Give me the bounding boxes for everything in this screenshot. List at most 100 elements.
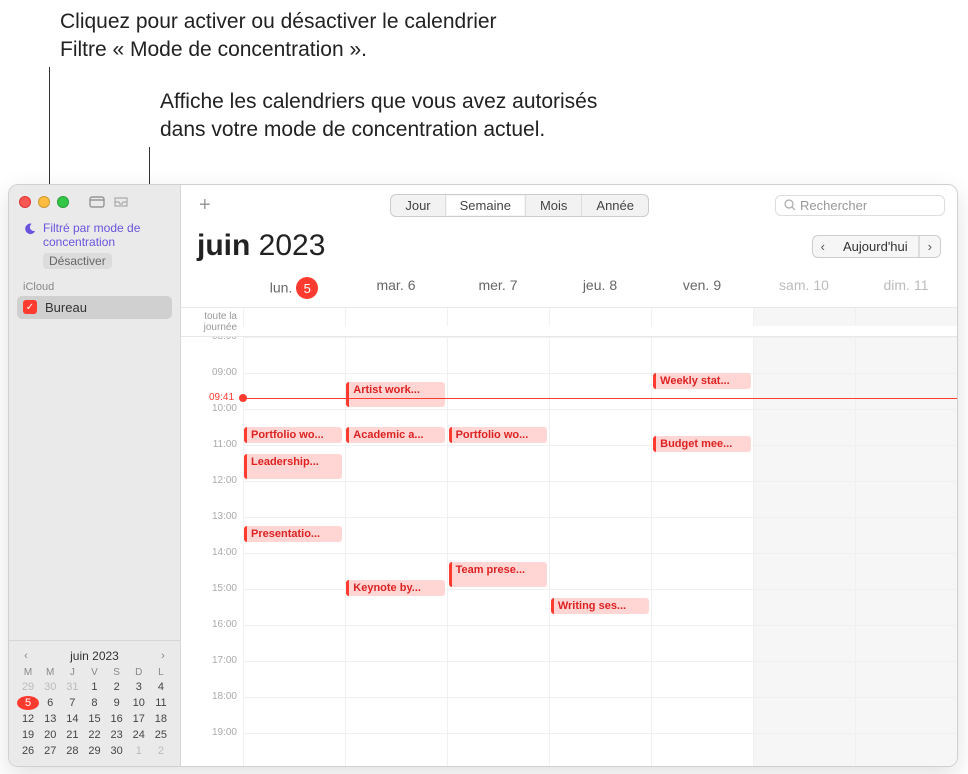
- hour-cell[interactable]: [243, 626, 345, 661]
- hour-cell[interactable]: [243, 374, 345, 409]
- hour-cell[interactable]: [855, 734, 957, 766]
- mini-day[interactable]: 27: [39, 744, 61, 758]
- hour-cell[interactable]: [447, 626, 549, 661]
- hour-cell[interactable]: [753, 410, 855, 445]
- hour-cell[interactable]: [855, 554, 957, 589]
- hour-cell[interactable]: [243, 662, 345, 697]
- hour-cell[interactable]: [855, 338, 957, 373]
- hour-cell[interactable]: [345, 698, 447, 733]
- hour-cell[interactable]: [243, 734, 345, 766]
- hour-cell[interactable]: [447, 338, 549, 373]
- calendar-event[interactable]: Portfolio wo...: [244, 427, 342, 443]
- hour-cell[interactable]: [651, 338, 753, 373]
- hour-cell[interactable]: [345, 626, 447, 661]
- hour-cell[interactable]: [549, 554, 651, 589]
- mini-day[interactable]: 30: [39, 680, 61, 694]
- allday-cell[interactable]: [753, 308, 855, 326]
- hour-cell[interactable]: [345, 662, 447, 697]
- hour-cell[interactable]: [345, 482, 447, 517]
- hour-cell[interactable]: [447, 734, 549, 766]
- mini-day[interactable]: 2: [150, 744, 172, 758]
- hour-cell[interactable]: [549, 338, 651, 373]
- close-window-button[interactable]: [19, 196, 31, 208]
- mini-day[interactable]: 17: [128, 712, 150, 726]
- hour-cell[interactable]: [243, 554, 345, 589]
- calendar-checkbox[interactable]: ✓: [23, 300, 37, 314]
- hour-cell[interactable]: [651, 518, 753, 553]
- allday-cell[interactable]: [549, 308, 651, 326]
- hour-cell[interactable]: [855, 374, 957, 409]
- mini-day[interactable]: 12: [17, 712, 39, 726]
- hour-cell[interactable]: [345, 518, 447, 553]
- hour-cell[interactable]: [447, 698, 549, 733]
- allday-cell[interactable]: [651, 308, 753, 326]
- hour-cell[interactable]: [855, 482, 957, 517]
- day-header[interactable]: dim.11: [855, 271, 957, 307]
- mini-day[interactable]: 3: [128, 680, 150, 694]
- hour-cell[interactable]: [549, 374, 651, 409]
- hour-cell[interactable]: [753, 698, 855, 733]
- mini-day[interactable]: 26: [17, 744, 39, 758]
- hour-cell[interactable]: [651, 698, 753, 733]
- day-header[interactable]: lun.5: [243, 271, 345, 307]
- calendar-event[interactable]: Academic a...: [346, 427, 444, 443]
- mini-day[interactable]: 5: [17, 696, 39, 710]
- hour-cell[interactable]: [651, 734, 753, 766]
- mini-prev-button[interactable]: ‹: [19, 650, 33, 662]
- hour-cell[interactable]: [651, 590, 753, 625]
- calendar-event[interactable]: Portfolio wo...: [449, 427, 547, 443]
- hour-cell[interactable]: [753, 662, 855, 697]
- allday-cell[interactable]: [345, 308, 447, 326]
- hour-cell[interactable]: [447, 662, 549, 697]
- calendar-event[interactable]: Artist work...: [346, 382, 444, 407]
- calendar-event[interactable]: Presentatio...: [244, 526, 342, 542]
- minimize-window-button[interactable]: [38, 196, 50, 208]
- hour-cell[interactable]: [549, 518, 651, 553]
- add-event-button[interactable]: +: [193, 194, 217, 217]
- mini-day[interactable]: 19: [17, 728, 39, 742]
- day-header[interactable]: sam.10: [753, 271, 855, 307]
- calendar-event[interactable]: Writing ses...: [551, 598, 649, 614]
- prev-week-button[interactable]: ‹: [813, 236, 833, 257]
- hour-cell[interactable]: [447, 590, 549, 625]
- search-field[interactable]: Rechercher: [775, 195, 945, 216]
- day-header[interactable]: mar.6: [345, 271, 447, 307]
- hour-cell[interactable]: [243, 590, 345, 625]
- hour-cell[interactable]: [651, 554, 753, 589]
- mini-day[interactable]: 29: [17, 680, 39, 694]
- day-header[interactable]: mer.7: [447, 271, 549, 307]
- mini-day[interactable]: 4: [150, 680, 172, 694]
- hour-cell[interactable]: [651, 482, 753, 517]
- mini-day[interactable]: 6: [39, 696, 61, 710]
- hour-cell[interactable]: [447, 518, 549, 553]
- mini-day[interactable]: 21: [61, 728, 83, 742]
- mini-day[interactable]: 31: [61, 680, 83, 694]
- mini-day[interactable]: 20: [39, 728, 61, 742]
- mini-day[interactable]: 1: [83, 680, 105, 694]
- calendar-event[interactable]: Weekly stat...: [653, 373, 751, 389]
- hour-cell[interactable]: [243, 698, 345, 733]
- calendars-toggle-button[interactable]: [86, 193, 108, 211]
- hour-cell[interactable]: [855, 662, 957, 697]
- mini-day[interactable]: 22: [83, 728, 105, 742]
- hour-cell[interactable]: [855, 410, 957, 445]
- hour-cell[interactable]: [651, 626, 753, 661]
- mini-day[interactable]: 23: [106, 728, 128, 742]
- hour-cell[interactable]: [345, 734, 447, 766]
- mini-day[interactable]: 14: [61, 712, 83, 726]
- mini-day[interactable]: 30: [106, 744, 128, 758]
- hour-cell[interactable]: [855, 518, 957, 553]
- mini-day[interactable]: 8: [83, 696, 105, 710]
- mini-day[interactable]: 15: [83, 712, 105, 726]
- mini-day[interactable]: 7: [61, 696, 83, 710]
- hour-cell[interactable]: [753, 338, 855, 373]
- hour-cell[interactable]: [753, 518, 855, 553]
- hour-cell[interactable]: [447, 482, 549, 517]
- hour-cell[interactable]: [549, 662, 651, 697]
- hour-cell[interactable]: [549, 698, 651, 733]
- focus-filter-status[interactable]: Filtré par mode de concentration: [23, 221, 170, 250]
- mini-day[interactable]: 16: [106, 712, 128, 726]
- hour-cell[interactable]: [345, 338, 447, 373]
- mini-day[interactable]: 18: [150, 712, 172, 726]
- hour-cell[interactable]: [753, 374, 855, 409]
